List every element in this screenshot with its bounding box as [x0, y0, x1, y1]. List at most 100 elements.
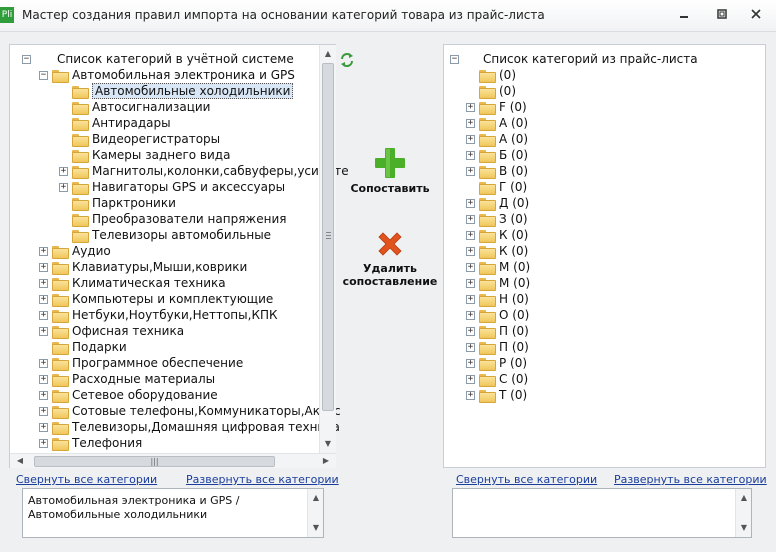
scroll-down-arrow-icon[interactable]: ▼: [320, 437, 336, 451]
tree-item[interactable]: + Д (0): [466, 195, 529, 211]
refresh-button[interactable]: [339, 52, 355, 68]
maximize-button[interactable]: [710, 7, 734, 25]
right-collapse-all-link[interactable]: Свернуть все категории: [456, 473, 597, 486]
expand-icon[interactable]: +: [466, 150, 475, 160]
tree-item[interactable]: + Б (0): [466, 147, 528, 163]
tree-item[interactable]: + А (0): [466, 131, 528, 147]
scroll-right-arrow-icon[interactable]: ▶: [318, 454, 334, 468]
tree-root[interactable]: − Список категорий в учётной системе: [22, 51, 294, 67]
tree-item[interactable]: + Н (0): [466, 291, 529, 307]
expand-icon[interactable]: +: [466, 214, 475, 224]
expand-icon[interactable]: +: [466, 310, 475, 320]
tree-item[interactable]: + Телевизоры,Домашняя цифровая техника: [39, 419, 340, 435]
tree-item[interactable]: Камеры заднего вида: [59, 147, 230, 163]
tree-item[interactable]: + Сетевое оборудование: [39, 387, 218, 403]
expand-icon[interactable]: +: [466, 166, 475, 176]
expand-icon[interactable]: +: [39, 358, 48, 368]
horizontal-scroll-thumb[interactable]: |||: [34, 456, 275, 467]
expand-icon[interactable]: +: [39, 374, 48, 384]
expand-icon[interactable]: +: [39, 294, 48, 304]
left-category-path-field[interactable]: Автомобильная электроника и GPS / Автомо…: [22, 488, 324, 538]
tree-item[interactable]: Подарки: [39, 339, 127, 355]
expand-icon[interactable]: +: [39, 246, 48, 256]
expand-icon[interactable]: +: [466, 390, 475, 400]
tree-item[interactable]: + F (0): [466, 99, 527, 115]
scroll-left-arrow-icon[interactable]: ◀: [12, 454, 28, 468]
minimize-button[interactable]: [672, 7, 696, 25]
right-path-scrollbar[interactable]: ▲ ▼: [735, 489, 751, 537]
expand-icon[interactable]: +: [466, 198, 475, 208]
tree-item[interactable]: Автомобильные холодильники: [59, 83, 294, 99]
expand-icon[interactable]: +: [39, 438, 48, 448]
close-button[interactable]: [744, 7, 768, 25]
tree-item[interactable]: + С (0): [466, 371, 528, 387]
tree-item[interactable]: + К (0): [466, 243, 528, 259]
tree-item[interactable]: + А (0): [466, 115, 528, 131]
expand-icon[interactable]: +: [466, 246, 475, 256]
tree-item[interactable]: + О (0): [466, 307, 529, 323]
expand-icon[interactable]: +: [466, 278, 475, 288]
scroll-up-arrow-icon[interactable]: ▲: [308, 491, 324, 505]
tree-item[interactable]: + М (0): [466, 275, 530, 291]
pricelist-categories-tree[interactable]: − Список категорий из прайс-листа (0) (0)…: [443, 44, 766, 468]
expand-icon[interactable]: +: [466, 342, 475, 352]
expand-icon[interactable]: +: [39, 390, 48, 400]
tree-item[interactable]: + Навигаторы GPS и аксессуары: [59, 179, 285, 195]
tree-item[interactable]: + Аудио: [39, 243, 111, 259]
tree-item[interactable]: + П (0): [466, 339, 529, 355]
system-categories-tree[interactable]: − Список категорий в учётной системе − Авто…: [9, 44, 349, 468]
scroll-up-arrow-icon[interactable]: ▲: [320, 47, 336, 61]
scroll-up-arrow-icon[interactable]: ▲: [736, 491, 752, 505]
tree-item[interactable]: − Автомобильная электроника и GPS: [39, 67, 295, 83]
tree-item[interactable]: + К (0): [466, 227, 528, 243]
collapse-icon[interactable]: −: [450, 54, 459, 64]
tree-item[interactable]: + З (0): [466, 211, 528, 227]
scroll-thumb[interactable]: [322, 63, 334, 411]
tree-item[interactable]: + Компьютеры и комплектующие: [39, 291, 273, 307]
tree-item[interactable]: + Сотовые телефоны,Коммуникаторы,Аксес: [39, 403, 341, 419]
tree-item[interactable]: + Клавиатуры,Мыши,коврики: [39, 259, 247, 275]
scroll-down-arrow-icon[interactable]: ▼: [308, 521, 324, 535]
left-collapse-all-link[interactable]: Свернуть все категории: [16, 473, 157, 486]
expand-icon[interactable]: +: [59, 182, 68, 192]
scroll-down-arrow-icon[interactable]: ▼: [736, 521, 752, 535]
tree-item[interactable]: Телевизоры автомобильные: [59, 227, 271, 243]
tree-item[interactable]: + М (0): [466, 259, 530, 275]
tree-item[interactable]: Видеорегистраторы: [59, 131, 220, 147]
tree-item[interactable]: (0): [466, 83, 516, 99]
expand-icon[interactable]: +: [466, 374, 475, 384]
tree-item[interactable]: + Программное обеспечение: [39, 355, 243, 371]
left-expand-all-link[interactable]: Развернуть все категории: [186, 473, 339, 486]
tree-item[interactable]: Преобразователи напряжения: [59, 211, 286, 227]
tree-root[interactable]: − Список категорий из прайс-листа: [450, 51, 698, 67]
expand-icon[interactable]: +: [466, 102, 475, 112]
tree-item[interactable]: + Офисная техника: [39, 323, 184, 339]
tree-item[interactable]: + В (0): [466, 163, 528, 179]
expand-icon[interactable]: +: [39, 326, 48, 336]
tree-item[interactable]: Автосигнализации: [59, 99, 210, 115]
tree-item[interactable]: + Расходные материалы: [39, 371, 215, 387]
delete-match-button[interactable]: Удалить сопоставление: [340, 228, 440, 290]
expand-icon[interactable]: +: [466, 230, 475, 240]
expand-icon[interactable]: +: [466, 294, 475, 304]
match-button[interactable]: Сопоставить: [346, 146, 434, 198]
left-path-scrollbar[interactable]: ▲ ▼: [307, 489, 323, 537]
expand-icon[interactable]: +: [39, 310, 48, 320]
expand-icon[interactable]: +: [466, 358, 475, 368]
tree-item[interactable]: (0): [466, 67, 516, 83]
expand-icon[interactable]: +: [466, 326, 475, 336]
tree-item[interactable]: Г (0): [466, 179, 527, 195]
right-expand-all-link[interactable]: Развернуть все категории: [614, 473, 767, 486]
expand-icon[interactable]: +: [466, 262, 475, 272]
collapse-icon[interactable]: −: [39, 70, 48, 80]
expand-icon[interactable]: +: [39, 422, 48, 432]
tree-item[interactable]: + Климатическая техника: [39, 275, 226, 291]
tree-item[interactable]: + Нетбуки,Ноутбуки,Неттопы,КПК: [39, 307, 278, 323]
tree-item[interactable]: + Телефония: [39, 435, 142, 451]
expand-icon[interactable]: +: [39, 406, 48, 416]
expand-icon[interactable]: +: [466, 118, 475, 128]
tree-item[interactable]: Антирадары: [59, 115, 171, 131]
left-tree-vertical-scrollbar[interactable]: ▲ ▼: [319, 45, 336, 453]
tree-item[interactable]: Парктроники: [59, 195, 176, 211]
expand-icon[interactable]: +: [466, 134, 475, 144]
